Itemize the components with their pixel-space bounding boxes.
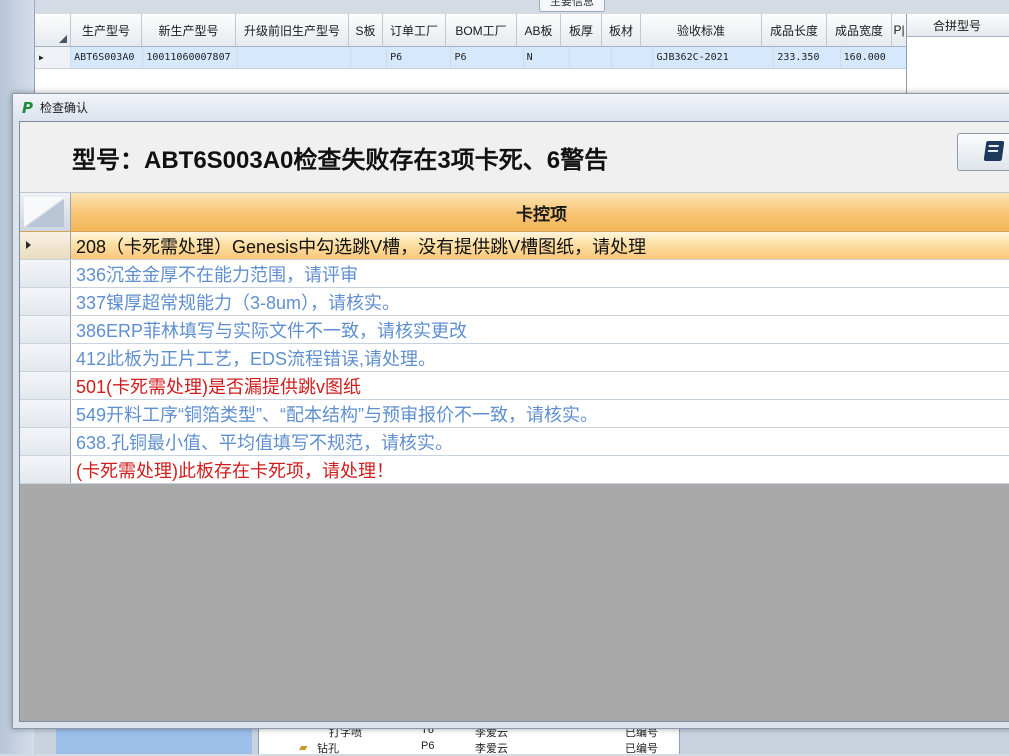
merge-header[interactable]: 合拼型号 [907, 14, 1009, 37]
control-item-cell[interactable]: 412此板为正片工艺，EDS流程错误,请处理。 [71, 344, 1009, 371]
row-pointer-icon [26, 241, 31, 249]
col-header[interactable]: 订单工厂 [383, 14, 446, 46]
col-header[interactable]: 生产型号 [71, 14, 142, 46]
grid-header: 卡控项 [20, 193, 1009, 232]
table-row[interactable]: 501(卡死需处理)是否漏提供跳v图纸 [20, 372, 1009, 400]
grid-cell[interactable] [612, 47, 654, 68]
table-row[interactable]: (卡死需处理)此板存在卡死项，请处理！ [20, 456, 1009, 484]
control-item-cell[interactable]: 386ERP菲林填写与实际文件不一致，请核实更改 [71, 316, 1009, 343]
row-header[interactable] [20, 316, 71, 343]
control-item-cell[interactable]: 549开料工序“铜箔类型”、“配本结构”与预审报价不一致，请核实。 [71, 400, 1009, 427]
table-row[interactable]: 208（卡死需处理）Genesis中勾选跳V槽，没有提供跳V槽图纸，请处理 [20, 232, 1009, 260]
row-header[interactable] [20, 372, 71, 399]
control-items-grid: 卡控项 208（卡死需处理）Genesis中勾选跳V槽，没有提供跳V槽图纸，请处… [20, 193, 1009, 484]
col-header[interactable]: 验收标准 [641, 14, 762, 46]
table-row[interactable]: 386ERP菲林填写与实际文件不一致，请核实更改 [20, 316, 1009, 344]
col-header[interactable]: 板材 [602, 14, 641, 46]
col-header[interactable]: 板厚 [561, 14, 602, 46]
row-header[interactable] [20, 344, 71, 371]
folder-icon: ▰ [299, 742, 308, 754]
grid-cell[interactable]: 10011060007807 [143, 47, 238, 68]
grid-cell[interactable]: P6 [387, 47, 452, 68]
app-logo-icon: P [22, 98, 33, 117]
message-panel: 型号：ABT6S003A0检查失败存在3项卡死、6警告 [20, 122, 1009, 193]
check-result-message: 型号：ABT6S003A0检查失败存在3项卡死、6警告 [72, 147, 609, 174]
table-row[interactable]: 638.孔铜最小值、平均值填写不规范，请核实。 [20, 428, 1009, 456]
book-button[interactable] [957, 133, 1009, 171]
grid-header: 生产型号 新生产型号 升级前旧生产型号 S板 订单工厂 BOM工厂 AB板 板厚… [35, 14, 907, 47]
grid-cell[interactable]: 160.000 [841, 47, 907, 68]
book-icon [983, 141, 1005, 161]
grid-corner[interactable] [35, 14, 71, 46]
row-header[interactable] [20, 260, 71, 287]
col-header[interactable]: P| [892, 14, 907, 46]
dialog-title: 检查确认 [40, 101, 89, 115]
col-header[interactable]: 新生产型号 [142, 14, 236, 46]
control-item-cell[interactable]: 336沉金金厚不在能力范围，请评审 [71, 260, 1009, 287]
col-header[interactable]: 成品长度 [762, 14, 827, 46]
row-header[interactable] [20, 456, 71, 483]
table-row[interactable]: 336沉金金厚不在能力范围，请评审 [20, 260, 1009, 288]
control-item-cell[interactable]: (卡死需处理)此板存在卡死项，请处理！ [71, 456, 1009, 483]
dialog-titlebar[interactable]: P 检查确认 [13, 94, 1009, 121]
merge-panel: 合拼型号 [906, 14, 1009, 94]
row-header[interactable] [20, 288, 71, 315]
table-row[interactable]: ▶ ABT6S003A0 10011060007807 P6 P6 N GJB3… [35, 47, 907, 69]
row-header[interactable] [20, 232, 71, 259]
background-grid: 生产型号 新生产型号 升级前旧生产型号 S板 订单工厂 BOM工厂 AB板 板厚… [34, 14, 907, 94]
table-row[interactable]: 337镍厚超常规能力（3-8um），请核实。 [20, 288, 1009, 316]
grid-cell[interactable]: P6 [451, 47, 524, 68]
col-header[interactable]: S板 [349, 14, 383, 46]
control-item-cell[interactable]: 337镍厚超常规能力（3-8um），请核实。 [71, 288, 1009, 315]
grid-cell[interactable] [570, 47, 613, 68]
grid-cell[interactable]: ABT6S003A0 [71, 47, 144, 68]
grid-cell[interactable]: GJB362C-2021 [653, 47, 775, 68]
grid-cell[interactable]: 233.350 [774, 47, 841, 68]
col-header-control-item[interactable]: 卡控项 [71, 193, 1009, 231]
grid-cell[interactable] [238, 47, 351, 68]
row-header[interactable] [20, 428, 71, 455]
dialog-body: 型号：ABT6S003A0检查失败存在3项卡死、6警告 卡控项 208（卡死需处… [19, 121, 1009, 722]
table-row[interactable]: 412此板为正片工艺，EDS流程错误,请处理。 [20, 344, 1009, 372]
col-header[interactable]: 成品宽度 [827, 14, 892, 46]
list-item: P6 [421, 740, 435, 752]
grid-cell[interactable]: N [524, 47, 570, 68]
grid-rows: 208（卡死需处理）Genesis中勾选跳V槽，没有提供跳V槽图纸，请处理 336… [20, 232, 1009, 484]
col-header[interactable]: AB板 [517, 14, 561, 46]
control-item-cell[interactable]: 638.孔铜最小值、平均值填写不规范，请核实。 [71, 428, 1009, 455]
control-item-cell[interactable]: 208（卡死需处理）Genesis中勾选跳V槽，没有提供跳V槽图纸，请处理 [71, 232, 1009, 259]
tab-main-info[interactable]: 主要信息 [539, 0, 605, 12]
row-pointer-icon: ▶ [35, 47, 72, 68]
col-header[interactable]: BOM工厂 [446, 14, 517, 46]
check-confirm-dialog: P 检查确认 型号：ABT6S003A0检查失败存在3项卡死、6警告 卡控项 2… [12, 93, 1009, 729]
col-header[interactable]: 升级前旧生产型号 [236, 14, 349, 46]
table-row[interactable]: 549开料工序“铜箔类型”、“配本结构”与预审报价不一致，请核实。 [20, 400, 1009, 428]
control-item-cell[interactable]: 501(卡死需处理)是否漏提供跳v图纸 [71, 372, 1009, 399]
grid-select-all[interactable] [20, 193, 71, 231]
grid-cell[interactable] [351, 47, 388, 68]
row-header[interactable] [20, 400, 71, 427]
